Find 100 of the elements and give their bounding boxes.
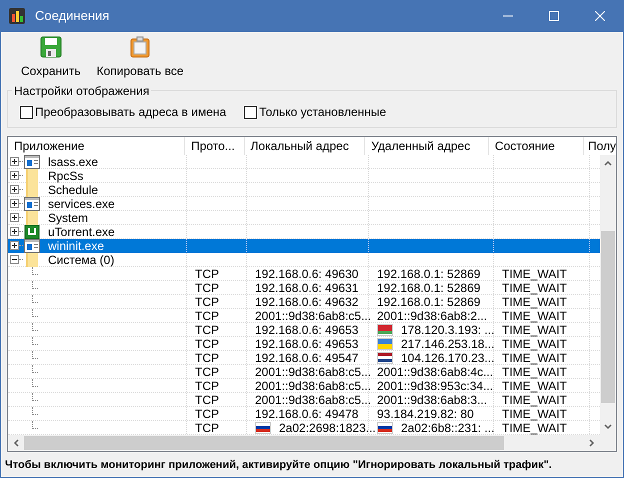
table-cell-text: TIME_WAIT: [502, 308, 567, 324]
table-cell-text: TCP: [195, 280, 219, 296]
checkbox-label[interactable]: Только установленные: [259, 103, 386, 121]
scroll-thumb[interactable]: [601, 231, 615, 403]
tree-row[interactable]: TCP 192.168.0.6: 49630 192.168.0.1: 52869 TIME_WAIT: [8, 267, 600, 281]
expand-icon[interactable]: [10, 199, 19, 208]
collapse-icon[interactable]: [10, 255, 19, 264]
table-cell-text: TCP: [195, 378, 219, 394]
table-cell-text: 2a02:2698:1823...: [279, 420, 376, 435]
tree-row[interactable]: TCP 192.168.0.6: 49653 178.120.3.193: ... TIME_WAIT: [8, 323, 600, 337]
window-icon: [24, 238, 40, 252]
table-cell-text: 2001::9d38:6ab8:c5...: [255, 364, 372, 380]
expand-icon[interactable]: [10, 157, 19, 166]
bar-chart-icon: [9, 8, 25, 24]
column-header[interactable]: Удаленный адрес: [365, 137, 489, 155]
column-header[interactable]: Состояние: [488, 137, 584, 155]
tree-row[interactable]: System: [8, 211, 600, 225]
table-cell-text: 2001::9d38:6ab8:c5...: [255, 308, 372, 324]
app-name: lsass.exe: [48, 155, 98, 170]
column-header[interactable]: Полу: [584, 137, 616, 155]
table-cell-text: TIME_WAIT: [502, 406, 567, 422]
table-cell-text: 2001::9d38:6ab8:3...: [377, 392, 488, 408]
tree-row[interactable]: services.exe: [8, 197, 600, 211]
table-cell-text: TIME_WAIT: [502, 378, 567, 394]
table-cell-text: 192.168.0.6: 49630: [255, 266, 358, 282]
expand-icon[interactable]: [10, 227, 19, 236]
checkbox-label[interactable]: Преобразовывать адреса в имена: [35, 103, 226, 121]
table-cell-text: 217.146.253.18...: [401, 336, 494, 352]
table-cell-text: TCP: [195, 406, 219, 422]
table-cell-text: TIME_WAIT: [502, 364, 567, 380]
folder-icon: [24, 210, 40, 224]
table-cell-text: 192.168.0.6: 49653: [255, 322, 358, 338]
tree-row[interactable]: TCP 2001::9d38:6ab8:c5... 2001::9d38:6ab8:2... TIME_WAIT: [8, 309, 600, 323]
table-cell-text: 2001::9d38:6ab8:c5...: [255, 378, 372, 394]
table-cell-text: 192.168.0.1: 52869: [377, 280, 480, 296]
table-cell-text: TIME_WAIT: [502, 294, 567, 310]
horizontal-scrollbar[interactable]: [8, 435, 600, 451]
tree-row[interactable]: TCP 192.168.0.6: 49632 192.168.0.1: 52869 TIME_WAIT: [8, 295, 600, 309]
table-cell-text: TCP: [195, 350, 219, 366]
column-header[interactable]: Прото...: [185, 137, 245, 155]
table-cell-text: TCP: [195, 308, 219, 324]
table-cell-text: 104.126.170.23...: [401, 350, 494, 366]
folder-icon: [24, 182, 40, 196]
table-cell-text: TIME_WAIT: [502, 336, 567, 352]
clipboard-icon: [129, 36, 152, 58]
flag-icon: [377, 422, 393, 434]
column-header[interactable]: Локальный адрес: [244, 137, 366, 155]
window-icon: [24, 155, 40, 168]
table-cell-text: 2001::9d38:6ab8:4c...: [377, 364, 494, 380]
status-text: Чтобы включить мониторинг приложений, активируйте опцию "Игнорировать локальный трафик".: [5, 458, 552, 473]
app-name: wininit.exe: [48, 238, 104, 254]
table-cell-text: 192.168.0.6: 49632: [255, 294, 358, 310]
expand-icon[interactable]: [10, 241, 19, 250]
tree-row[interactable]: TCP 192.168.0.6: 49631 192.168.0.1: 52869 TIME_WAIT: [8, 281, 600, 295]
table-cell-text: TCP: [195, 322, 219, 338]
tree-row[interactable]: Система (0): [8, 253, 600, 267]
tree-row[interactable]: Schedule: [8, 183, 600, 197]
folder-icon: [24, 168, 40, 182]
torrent-icon: [24, 224, 40, 238]
tree-row[interactable]: RpcSs: [8, 169, 600, 183]
table-cell-text: TIME_WAIT: [502, 392, 567, 408]
table-cell-text: TIME_WAIT: [502, 322, 567, 338]
expand-icon[interactable]: [10, 185, 19, 194]
table-cell-text: TCP: [195, 266, 219, 282]
table-cell-text: TCP: [195, 336, 219, 352]
app-name: System: [48, 210, 88, 226]
table-cell-text: TIME_WAIT: [502, 350, 567, 366]
table-cell-text: 178.120.3.193: ...: [401, 322, 494, 338]
tree-row[interactable]: lsass.exe: [8, 155, 600, 169]
expand-icon[interactable]: [10, 213, 19, 222]
expand-icon[interactable]: [10, 171, 19, 180]
maximize-icon: [549, 11, 559, 21]
vertical-scrollbar[interactable]: [600, 155, 616, 435]
table-cell-text: TCP: [195, 294, 219, 310]
tree-row[interactable]: TCP 192.168.0.6: 49547 104.126.170.23... TIME_WAIT: [8, 351, 600, 365]
window-title: Соединения: [35, 7, 110, 26]
app-name: services.exe: [48, 196, 115, 212]
app-name: RpcSs: [48, 168, 84, 184]
flag-icon: [255, 422, 271, 434]
toolbar-button[interactable]: Сохранить: [21, 36, 81, 80]
table-cell-text: 2a02:6b8::231: ...: [401, 420, 494, 435]
tree-row[interactable]: TCP 192.168.0.6: 49653 217.146.253.18... TIME_WAIT: [8, 337, 600, 351]
checkbox[interactable]: [20, 106, 33, 118]
app-name: uTorrent.exe: [48, 224, 115, 240]
table-cell-text: 2001::9d38:6ab8:c5...: [255, 392, 372, 408]
scroll-thumb[interactable]: [24, 436, 504, 450]
toolbar-button[interactable]: Копировать все: [96, 36, 184, 80]
tree-row[interactable]: TCP 2001::9d38:6ab8:c5... 2001::9d38:6ab8:3... TIME_WAIT: [8, 393, 600, 407]
table-cell-text: 192.168.0.6: 49653: [255, 336, 358, 352]
table-cell-text: 192.168.0.6: 49631: [255, 280, 358, 296]
window-icon: [24, 196, 40, 210]
tree-row[interactable]: wininit.exe: [8, 239, 600, 253]
app-name: Система (0): [48, 252, 114, 268]
tree-row[interactable]: TCP 2001::9d38:6ab8:c5... 2001::9d38:953c:34... TIME_WAIT: [8, 379, 600, 393]
tree-row[interactable]: TCP 2001::9d38:6ab8:c5... 2001::9d38:6ab8:4c... TIME_WAIT: [8, 365, 600, 379]
checkbox[interactable]: [244, 106, 258, 118]
tree-row[interactable]: TCP 192.168.0.6: 49478 93.184.219.82: 80 TIME_WAIT: [8, 407, 600, 421]
table-cell-text: 192.168.0.1: 52869: [377, 266, 480, 282]
table-cell-text: 192.168.0.1: 52869: [377, 294, 480, 310]
table-cell-text: TIME_WAIT: [502, 280, 567, 296]
